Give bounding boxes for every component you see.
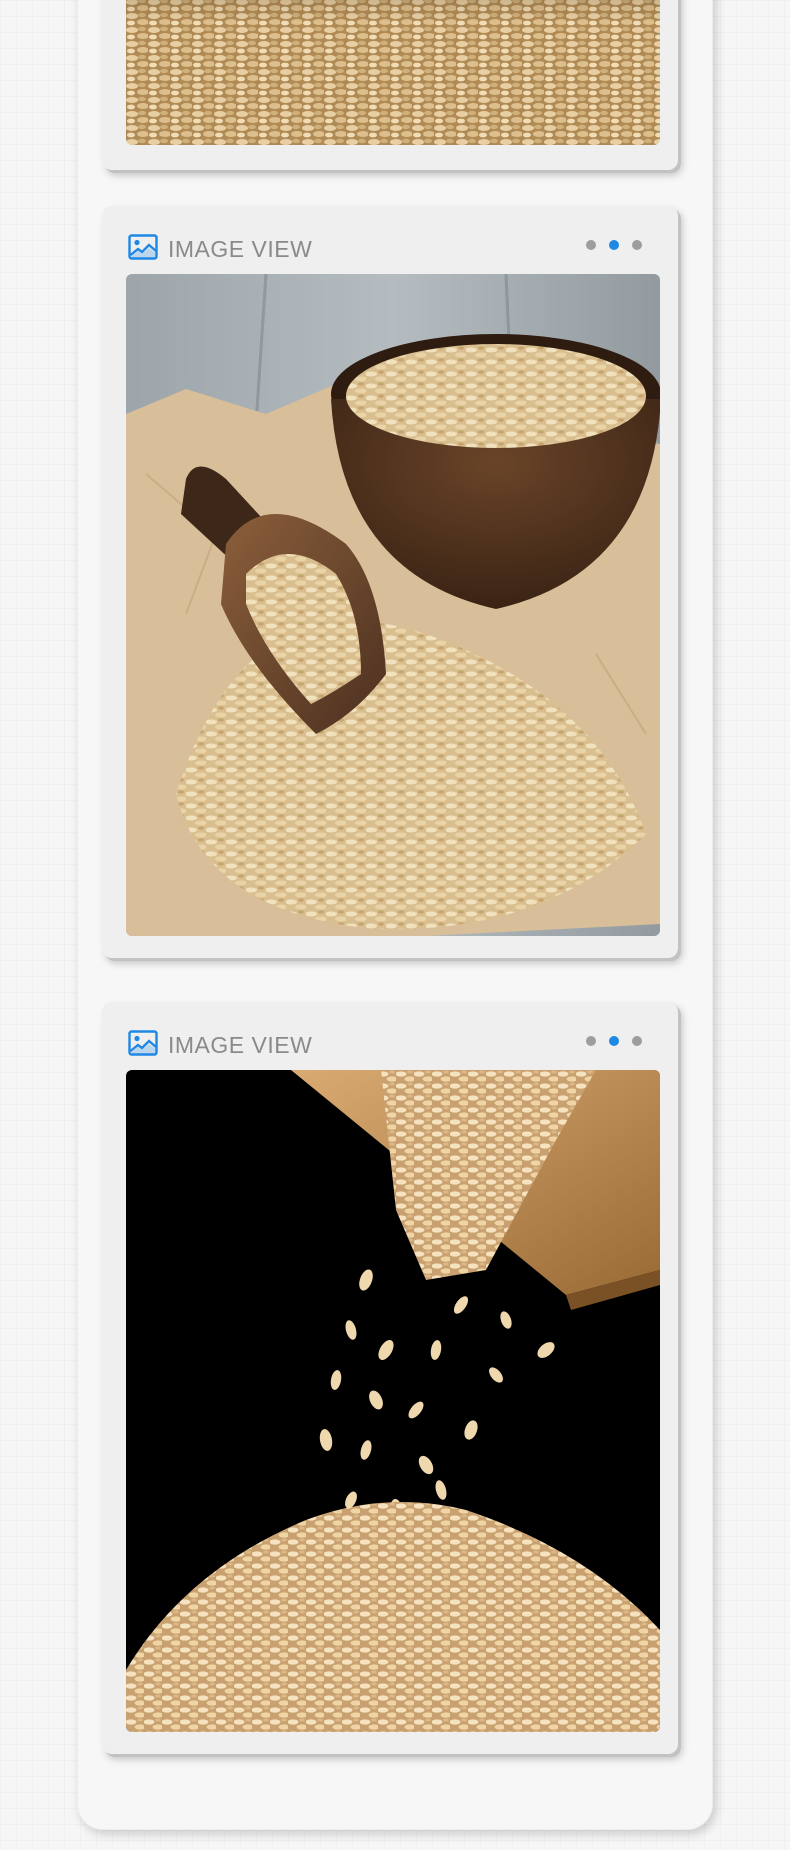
- pager-dot[interactable]: [586, 240, 596, 250]
- card-header: IMAGE VIEW: [102, 1022, 678, 1062]
- image-card-3: IMAGE VIEW: [102, 1002, 678, 1754]
- image-view-photo[interactable]: [126, 1070, 660, 1732]
- image-card-1: [102, 0, 678, 170]
- image-view-photo[interactable]: [126, 0, 660, 145]
- image-icon: [128, 234, 158, 260]
- card-title: IMAGE VIEW: [168, 1032, 313, 1058]
- pager-dot[interactable]: [632, 1036, 642, 1046]
- pager-dot-active[interactable]: [609, 240, 619, 250]
- card-options-menu[interactable]: [586, 240, 642, 250]
- brown-rice-bowl-image: [126, 274, 660, 936]
- image-view-photo[interactable]: [126, 274, 660, 936]
- pager-dot-active[interactable]: [609, 1036, 619, 1046]
- card-title: IMAGE VIEW: [168, 236, 313, 262]
- card-header: IMAGE VIEW: [102, 226, 678, 266]
- rice-grains-closeup-image: [126, 0, 660, 145]
- pager-dot[interactable]: [586, 1036, 596, 1046]
- image-card-2: IMAGE VIEW: [102, 206, 678, 958]
- rice-pouring-image: [126, 1070, 660, 1732]
- image-icon: [128, 1030, 158, 1056]
- pager-dot[interactable]: [632, 240, 642, 250]
- card-options-menu[interactable]: [586, 1036, 642, 1046]
